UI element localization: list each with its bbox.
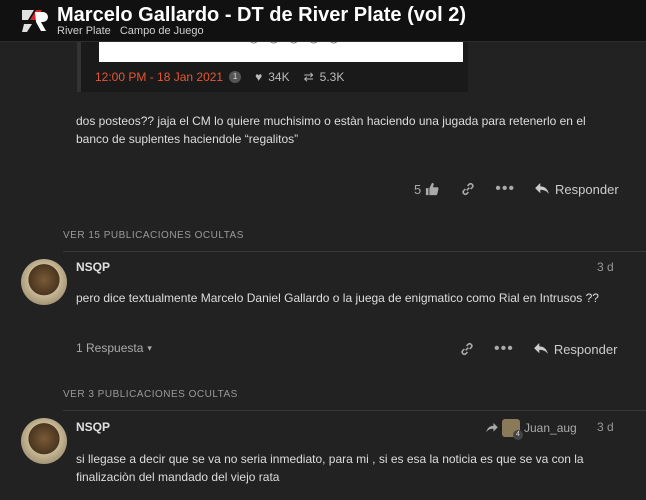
like-count: 5: [414, 181, 422, 197]
like-button[interactable]: 5: [414, 182, 439, 197]
hidden-posts-link[interactable]: VER 15 PUBLICACIONES OCULTAS: [63, 226, 646, 252]
reply-button[interactable]: Responder: [535, 182, 619, 197]
more-options-icon[interactable]: •••: [494, 340, 514, 358]
heart-icon: ♥: [255, 70, 263, 84]
post-username[interactable]: NSQP: [76, 420, 110, 434]
more-options-icon[interactable]: •••: [495, 180, 515, 198]
post-body: pero dice textualmente Marcelo Daniel Ga…: [76, 291, 599, 305]
tweet-meta: 12:00 PM - 18 Jan 2021 1 ♥ 34K ⇄ 5.3K: [95, 70, 344, 84]
link-icon[interactable]: [461, 182, 475, 196]
reply-arrow-icon: [486, 423, 498, 433]
reply-to-badge: 4: [513, 430, 523, 440]
reply-to-indicator[interactable]: 4 Juan_aug: [486, 419, 577, 440]
post-username[interactable]: NSQP: [76, 260, 110, 274]
reply-label: Responder: [555, 181, 619, 197]
reply-arrow-icon: [535, 183, 549, 195]
post-body: si llegase a decir que se va no seria in…: [76, 452, 584, 484]
breadcrumb-subcategory[interactable]: Campo de Juego: [120, 25, 204, 37]
tweet-timestamp[interactable]: 12:00 PM - 18 Jan 2021: [95, 70, 223, 84]
tweet-info-badge: 1: [229, 71, 242, 83]
link-icon[interactable]: [460, 342, 474, 356]
river-plate-logo[interactable]: [20, 6, 48, 34]
reply-arrow-icon: [533, 343, 548, 355]
hidden-posts-link[interactable]: VER 3 PUBLICACIONES OCULTAS: [63, 385, 646, 411]
reply-to-username: Juan_aug: [524, 421, 577, 435]
reply-button[interactable]: Responder: [533, 341, 618, 357]
breadcrumb: River Plate Campo de Juego: [57, 25, 210, 37]
reply-to-avatar: 4: [502, 419, 523, 440]
avatar[interactable]: [21, 259, 67, 305]
reply-label: Responder: [553, 341, 618, 357]
post-date[interactable]: 3 d: [597, 260, 614, 274]
chevron-down-icon: ▾: [147, 342, 152, 353]
retweet-icon: ⇄: [303, 70, 314, 84]
post-body: dos posteos?? jaja el CM lo quiere muchi…: [76, 114, 586, 146]
thumbs-up-icon: [426, 182, 439, 196]
topic-title[interactable]: Marcelo Gallardo - DT de River Plate (vo…: [57, 4, 466, 27]
tweet-likes: 34K: [268, 70, 290, 84]
replies-toggle[interactable]: 1 Respuesta ▾: [76, 341, 152, 355]
post-date[interactable]: 3 d: [597, 420, 614, 434]
avatar[interactable]: [21, 418, 67, 464]
replies-count-label: 1 Respuesta: [76, 341, 144, 355]
tweet-retweets: 5.3K: [319, 70, 345, 84]
post-actions: ••• Responder: [460, 340, 617, 358]
topic-header: Marcelo Gallardo - DT de River Plate (vo…: [0, 0, 646, 42]
breadcrumb-category[interactable]: River Plate: [57, 25, 111, 37]
post-actions: 5 ••• Responder: [414, 180, 619, 198]
